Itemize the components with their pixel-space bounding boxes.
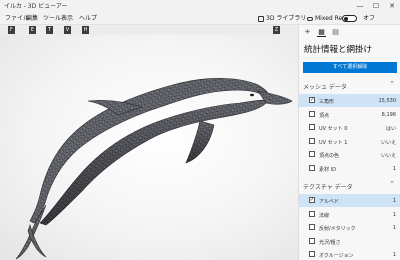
menu-tools[interactable]: ツール	[43, 14, 61, 23]
texture-row-value: 1	[392, 225, 396, 231]
texture-row[interactable]: 法線 1	[299, 208, 400, 221]
shortcut-badge: V	[64, 26, 71, 34]
library-label: 3D ライブラリ	[266, 15, 307, 22]
mesh-row-checkbox[interactable]: ✓	[309, 97, 315, 103]
mixed-reality-icon	[307, 16, 313, 21]
dolphin-model[interactable]	[0, 35, 298, 260]
shortcut-badge: Z	[273, 26, 280, 34]
tab-lighting-icon[interactable]: ☀	[303, 28, 312, 37]
menu-view[interactable]: 表示	[61, 14, 73, 23]
shortcut-badge: E	[29, 26, 36, 34]
library-button[interactable]: 3D ライブラリ	[258, 13, 306, 25]
tab-stats-icon[interactable]: ▦	[317, 28, 326, 37]
texture-row-checkbox[interactable]	[309, 224, 315, 230]
mesh-row-value: 15,530	[378, 98, 397, 104]
mesh-row-value: いいえ	[380, 139, 396, 146]
window-title: イルカ - 3D ビューアー	[4, 3, 68, 10]
mesh-row[interactable]: UV セット 1 いいえ	[299, 135, 400, 148]
library-icon	[258, 15, 264, 22]
deselect-all-button[interactable]: すべて選択解除	[303, 62, 397, 73]
shortcut-strip: F E T V H Z	[0, 25, 298, 35]
texture-row-name: 反射/メタリック	[319, 226, 356, 232]
mesh-row-name: 頂点	[319, 112, 330, 119]
texture-row[interactable]: オクルージョン 1	[299, 248, 400, 260]
mesh-row-name: UV セット 0	[319, 126, 348, 132]
mesh-section-label: メッシュ データ	[303, 84, 347, 91]
close-button[interactable]: ✕	[384, 0, 400, 13]
texture-row-value: 1	[392, 252, 396, 258]
menu-bar: ファイル 編集 ツール 表示 ヘルプ 3D ライブラリ Mixed Realit…	[0, 13, 400, 25]
mesh-row-checkbox[interactable]	[309, 164, 315, 171]
texture-row-name: オクルージョン	[319, 253, 354, 259]
eye-mark	[250, 93, 254, 97]
mesh-row[interactable]: 頂点の色 いいえ	[299, 148, 400, 161]
texture-section-label: テクスチャ データ	[303, 184, 353, 191]
mesh-row-checkbox[interactable]	[309, 110, 315, 117]
texture-row-checkbox[interactable]: ✓	[309, 197, 315, 203]
menu-edit[interactable]: 編集	[26, 14, 38, 23]
mesh-row[interactable]: ✓ 三角形 15,530	[299, 94, 400, 107]
mesh-row-value: 1	[392, 165, 396, 172]
title-bar: イルカ - 3D ビューアー — ☐ ✕	[0, 0, 400, 13]
model-viewport[interactable]	[0, 35, 298, 260]
mesh-row-name: 三角形	[319, 99, 335, 105]
mesh-section-header[interactable]: メッシュ データ ⌃	[299, 78, 400, 92]
mesh-row-value: はい	[385, 126, 396, 132]
texture-row-name: 法線	[319, 212, 330, 219]
mixed-reality-toggle[interactable]	[342, 15, 357, 22]
texture-row-checkbox[interactable]	[309, 210, 315, 217]
texture-row[interactable]: ✓ アルベド 1	[299, 194, 400, 207]
texture-section-header[interactable]: テクスチャ データ ⌃	[299, 178, 400, 192]
texture-row[interactable]: 光沢/粗さ	[299, 235, 400, 248]
mesh-row-value: いいえ	[380, 153, 396, 159]
texture-row-name: アルベド	[319, 199, 339, 205]
mesh-row[interactable]: UV セット 0 はい	[299, 121, 400, 134]
shortcut-badge: H	[82, 26, 89, 34]
toggle-knob	[344, 17, 348, 21]
shortcut-badge: T	[46, 26, 53, 34]
chevron-up-icon: ⌃	[389, 180, 395, 188]
mesh-row-checkbox[interactable]	[309, 124, 315, 130]
maximize-button[interactable]: ☐	[368, 0, 384, 13]
mesh-row-name: 頂点の色	[319, 153, 340, 159]
shortcut-badge: F	[8, 26, 15, 34]
mesh-row[interactable]: 素材 ID 1	[299, 162, 400, 175]
mesh-row-checkbox[interactable]	[309, 137, 315, 144]
minimize-button[interactable]: —	[352, 0, 368, 13]
tab-animation-icon[interactable]: ▤	[331, 28, 340, 37]
mesh-row-name: 素材 ID	[319, 166, 336, 173]
texture-row-checkbox[interactable]	[309, 237, 315, 244]
mesh-row[interactable]: 頂点 8,198	[299, 108, 400, 121]
panel-title: 統計情報と網掛け	[304, 45, 373, 55]
toggle-state-label: オフ	[363, 15, 376, 22]
texture-row-value: 1	[392, 198, 396, 204]
menu-help[interactable]: ヘルプ	[79, 14, 97, 23]
texture-row[interactable]: 反射/メタリック 1	[299, 221, 400, 234]
mesh-row-value: 8,198	[381, 111, 396, 118]
chevron-up-icon: ⌃	[389, 80, 395, 88]
texture-row-name: 光沢/粗さ	[319, 239, 341, 246]
texture-row-checkbox[interactable]	[309, 251, 315, 257]
stats-panel: ☀ ▦ ▤ 統計情報と網掛け すべて選択解除 メッシュ データ ⌃ ✓ 三角形 15…	[298, 25, 400, 260]
mesh-row-name: UV セット 1	[319, 139, 348, 146]
mesh-row-checkbox[interactable]	[309, 151, 315, 157]
texture-row-value: 1	[392, 211, 396, 218]
